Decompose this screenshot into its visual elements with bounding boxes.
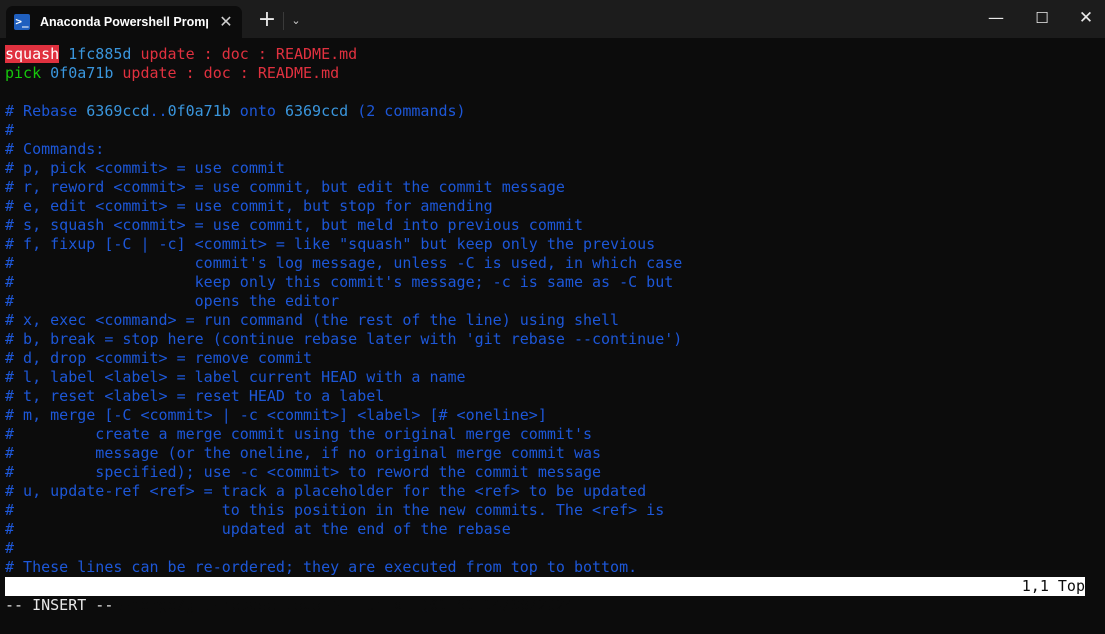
commit-message: update : doc : README.md [122,64,340,82]
powershell-icon: >_ [14,14,30,30]
comment-line: # [5,121,15,139]
vim-status-line: .git/rebase-merge/git-rebase-todo[+] [un… [5,577,1085,614]
comment-line: # l, label <label> = label current HEAD … [5,368,466,386]
comment-line: # These lines can be re-ordered; they ar… [5,558,638,576]
commit-hash: 1fc885d [68,45,132,63]
comment-line: # d, drop <commit> = remove commit [5,349,313,367]
rebase-prefix: # Rebase [5,102,87,120]
rebase-header: # Rebase 6369ccd..0f0a71b onto 6369ccd (… [5,102,466,121]
comment-line: # b, break = stop here (continue rebase … [5,330,683,348]
comment-line: # m, merge [-C <commit> | -c <commit>] <… [5,406,547,424]
comment-line: # s, squash <commit> = use commit, but m… [5,216,583,234]
new-tab-button[interactable]: + [254,6,280,34]
rebase-onto: onto [230,102,285,120]
vim-mode-indicator: -- INSERT -- [5,596,114,614]
cursor-word-squash: squash [5,45,60,63]
chevron-down-icon[interactable]: ⌄ [287,8,305,34]
rebase-base-hash: 6369ccd [284,102,349,120]
comment-line: # to this position in the new commits. T… [5,501,665,519]
rebase-dots: .. [149,102,168,120]
cursor-position: 1,1 Top [1021,577,1085,595]
close-window-button[interactable]: ✕ [1063,0,1105,36]
terminal-tab[interactable]: >_ Anaconda Powershell Promp ✕ [6,6,242,38]
comment-line: # specified); use -c <commit> to reword … [5,463,602,481]
title-bar: >_ Anaconda Powershell Promp ✕ + ⌄ — ☐ ✕ [0,0,1105,38]
todo-line-pick: pick 0f0a71b update : doc : README.md [5,64,339,83]
pick-keyword: pick [5,64,42,82]
rebase-to-hash: 0f0a71b [167,102,231,120]
todo-line-squash: squash 1fc885d update : doc : README.md [5,45,357,64]
comment-line: # keep only this commit's message; -c is… [5,273,674,291]
comment-line: # r, reword <commit> = use commit, but e… [5,178,565,196]
tab-title: Anaconda Powershell Promp [40,15,208,29]
commit-message: update : doc : README.md [140,45,358,63]
comment-line: # u, update-ref <ref> = track a placehol… [5,482,647,500]
comment-line: # create a merge commit using the origin… [5,425,592,443]
rebase-from-hash: 6369ccd [86,102,150,120]
title-divider [283,12,284,30]
tab-close-icon[interactable]: ✕ [216,12,236,32]
comment-line: # e, edit <commit> = use commit, but sto… [5,197,493,215]
maximize-button[interactable]: ☐ [1019,0,1065,36]
comment-line: # message (or the oneline, if no origina… [5,444,602,462]
minimize-button[interactable]: — [973,0,1019,36]
commit-hash: 0f0a71b [50,64,114,82]
comment-line: # opens the editor [5,292,340,310]
comment-line: # [5,539,15,557]
comment-line: # updated at the end of the rebase [5,520,511,538]
comment-line: # x, exec <command> = run command (the r… [5,311,620,329]
comment-line: # Commands: [5,140,105,158]
comment-line: # f, fixup [-C | -c] <commit> = like "sq… [5,235,656,253]
comment-line: # t, reset <label> = reset HEAD to a lab… [5,387,385,405]
comment-line: # commit's log message, unless -C is use… [5,254,683,272]
rebase-count: (2 commands) [348,102,466,120]
comment-line: # p, pick <commit> = use commit [5,159,285,177]
